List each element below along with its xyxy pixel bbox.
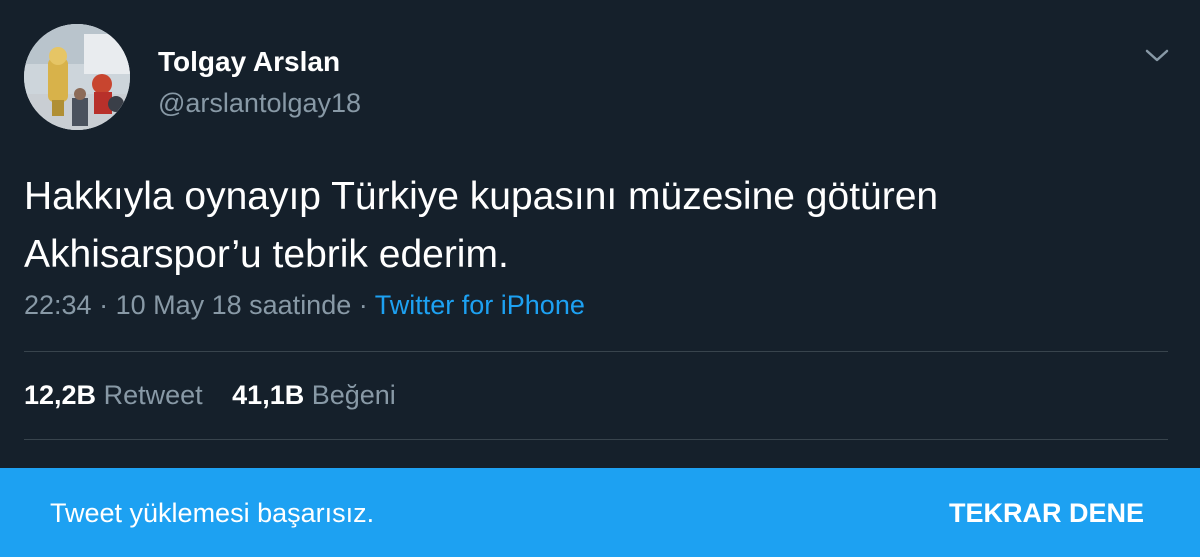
likes-count: 41,1B: [232, 380, 305, 410]
tweet-date[interactable]: 10 May 18 saatinde: [116, 290, 352, 320]
divider: [24, 351, 1168, 352]
divider: [24, 439, 1168, 440]
retweets-count: 12,2B: [24, 380, 97, 410]
author-name[interactable]: Tolgay Arslan: [158, 46, 340, 78]
tweet-text: Hakkıyla oynayıp Türkiye kupasını müzesi…: [24, 175, 939, 276]
meta-separator: ·: [91, 290, 116, 320]
snackbar-message: Tweet yüklemesi başarısız.: [50, 498, 375, 528]
likes-stat[interactable]: 41,1B Beğeni: [232, 380, 396, 410]
meta-separator: ·: [351, 290, 375, 320]
tweet-card: Tolgay Arslan @arslantolgay18 Hakkıyla o…: [0, 0, 1200, 468]
tweet-source-link[interactable]: Twitter for iPhone: [375, 290, 585, 320]
retry-button[interactable]: TEKRAR DENE: [949, 498, 1144, 529]
avatar-photo: [24, 24, 130, 130]
retweets-label: Retweet: [103, 380, 203, 410]
tweet-meta: 22:34 · 10 May 18 saatinde · Twitter for…: [24, 290, 585, 321]
likes-label: Beğeni: [311, 380, 396, 410]
author-handle[interactable]: @arslantolgay18: [158, 88, 361, 119]
error-snackbar: Tweet yüklemesi başarısız. TEKRAR DENE: [0, 468, 1200, 557]
avatar[interactable]: [24, 24, 130, 130]
chevron-down-icon[interactable]: [1142, 44, 1172, 68]
tweet-time[interactable]: 22:34: [24, 290, 92, 320]
retweets-stat[interactable]: 12,2B Retweet: [24, 380, 203, 410]
tweet-stats: 12,2B Retweet 41,1B Beğeni: [24, 380, 418, 411]
